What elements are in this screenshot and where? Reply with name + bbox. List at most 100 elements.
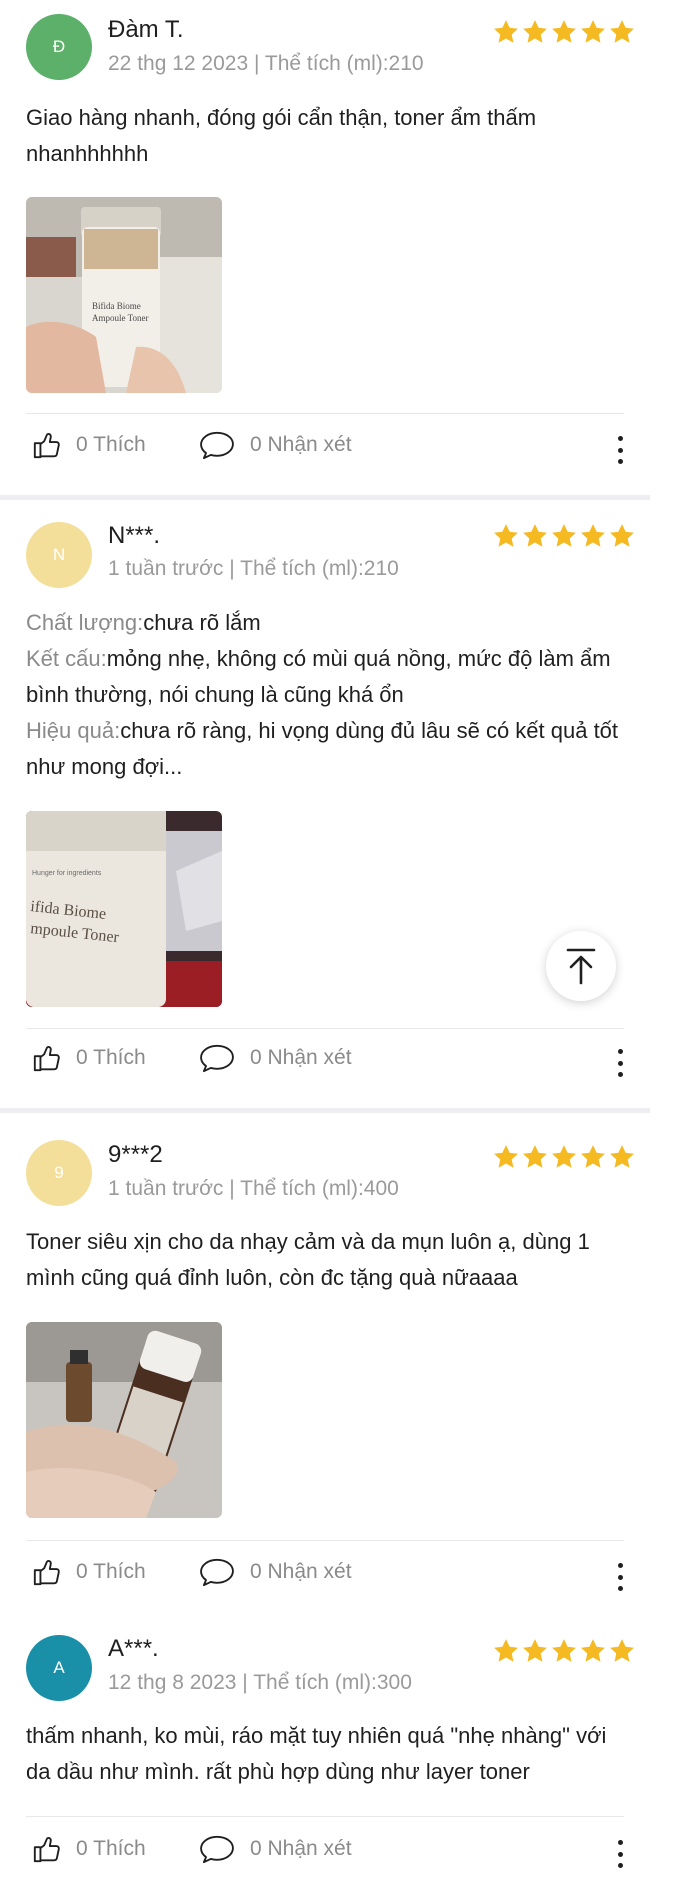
thumbs-up-icon [32,1557,62,1587]
avatar: A [26,1635,92,1701]
more-vertical-icon[interactable] [610,1045,630,1081]
star-icon [492,1143,520,1171]
star-icon [550,18,578,46]
star-icon [521,522,549,550]
review-photo[interactable] [26,1322,222,1518]
avatar: Đ [26,14,92,80]
avatar-letter: 9 [54,1163,64,1182]
thumbs-up-icon [32,1043,62,1073]
texture-text: mỏng nhẹ, không có mùi quá nồng, mức độ … [26,646,611,707]
more-vertical-icon[interactable] [610,432,630,468]
divider [26,1540,624,1541]
quality-label: Chất lượng: [26,610,144,635]
reviewer-name: A***. [108,1635,159,1662]
like-count: 0 Thích [76,433,146,456]
review-photo[interactable]: Hunger for ingredients ifida Biome mpoul… [26,811,222,1007]
review-meta: 12 thg 8 2023 | Thể tích (ml):300 [108,1671,412,1694]
comment-count: 0 Nhận xét [250,1837,352,1860]
star-icon [608,522,636,550]
comment-button[interactable]: 0 Nhận xét [198,1557,352,1587]
more-vertical-icon[interactable] [610,1836,630,1872]
avatar-letter: Đ [52,37,66,56]
review-actions: 0 Thích 0 Nhận xét [26,1043,636,1083]
star-icon [579,1637,607,1665]
star-icon [550,1143,578,1171]
star-icon [579,18,607,46]
star-rating [492,522,636,550]
product-photo-image [26,1322,222,1518]
like-button[interactable]: 0 Thích [32,430,146,460]
divider [26,1816,624,1817]
thumbs-up-icon [32,1834,62,1864]
review-meta: 1 tuần trước | Thể tích (ml):210 [108,557,399,580]
avatar: N [26,522,92,588]
more-vertical-icon[interactable] [610,1559,630,1595]
star-icon [579,522,607,550]
star-icon [492,1637,520,1665]
comment-count: 0 Nhận xét [250,1560,352,1583]
review-text: Toner siêu xịn cho da nhạy cảm và da mụn… [26,1229,590,1290]
speech-bubble-icon [198,1043,236,1073]
thumbs-up-icon [32,430,62,460]
quality-text: chưa rõ lắm [143,610,261,635]
photo-product-label: Bifida Biome [92,301,141,311]
reviewer-name: N***. [108,522,161,549]
svg-text:Hunger for ingredients: Hunger for ingredients [32,870,102,877]
review-text: Chất lượng:chưa rõ lắm Kết cấu:mỏng nhẹ,… [26,605,626,785]
comment-button[interactable]: 0 Nhận xét [198,430,352,460]
star-icon [521,1637,549,1665]
review-card: Đ Đàm T. 22 thg 12 2023 | Thể tích (ml):… [0,0,650,505]
review-actions: 0 Thích 0 Nhận xét [26,1557,636,1597]
effect-label: Hiệu quả: [26,718,121,743]
star-icon [608,18,636,46]
review-photo[interactable]: Bifida Biome Ampoule Toner [26,197,222,393]
reviewer-name: 9***2 [108,1141,163,1168]
like-count: 0 Thích [76,1560,146,1583]
like-button[interactable]: 0 Thích [32,1557,146,1587]
speech-bubble-icon [198,1557,236,1587]
star-icon [521,1143,549,1171]
star-icon [608,1637,636,1665]
divider [26,1028,624,1029]
review-card: N N***. 1 tuần trước | Thể tích (ml):210… [0,505,650,1110]
comment-button[interactable]: 0 Nhận xét [198,1043,352,1073]
avatar: 9 [26,1140,92,1206]
arrow-up-to-top-icon [566,948,596,985]
product-photo-image: Bifida Biome Ampoule Toner [26,197,222,393]
star-rating [492,18,636,46]
like-count: 0 Thích [76,1837,146,1860]
review-text: Giao hàng nhanh, đóng gói cẩn thận, tone… [26,105,537,166]
review-card: A A***. 12 thg 8 2023 | Thể tích (ml):30… [0,1623,650,1890]
avatar-letter: N [52,545,66,564]
star-icon [521,18,549,46]
reviewer-name: Đàm T. [108,16,184,43]
texture-label: Kết cấu: [26,646,107,671]
review-actions: 0 Thích 0 Nhận xét [26,430,636,470]
speech-bubble-icon [198,1834,236,1864]
star-icon [550,522,578,550]
avatar-letter: A [53,1658,65,1677]
star-rating [492,1143,636,1171]
scroll-to-top-button[interactable] [546,931,616,1001]
comment-button[interactable]: 0 Nhận xét [198,1834,352,1864]
review-text: thấm nhanh, ko mùi, ráo mặt tuy nhiên qu… [26,1723,607,1784]
review-meta: 1 tuần trước | Thể tích (ml):400 [108,1177,399,1200]
comment-count: 0 Nhận xét [250,1046,352,1069]
like-count: 0 Thích [76,1046,146,1069]
product-photo-image: Hunger for ingredients ifida Biome mpoul… [26,811,222,1007]
star-rating [492,1637,636,1665]
star-icon [492,522,520,550]
review-meta: 22 thg 12 2023 | Thể tích (ml):210 [108,52,424,75]
svg-text:Ampoule Toner: Ampoule Toner [92,313,148,323]
like-button[interactable]: 0 Thích [32,1834,146,1864]
star-icon [550,1637,578,1665]
comment-count: 0 Nhận xét [250,433,352,456]
star-icon [579,1143,607,1171]
review-separator [0,495,650,500]
like-button[interactable]: 0 Thích [32,1043,146,1073]
review-card: 9 9***2 1 tuần trước | Thể tích (ml):400… [0,1113,650,1623]
divider [26,413,624,414]
star-icon [608,1143,636,1171]
speech-bubble-icon [198,430,236,460]
star-icon [492,18,520,46]
